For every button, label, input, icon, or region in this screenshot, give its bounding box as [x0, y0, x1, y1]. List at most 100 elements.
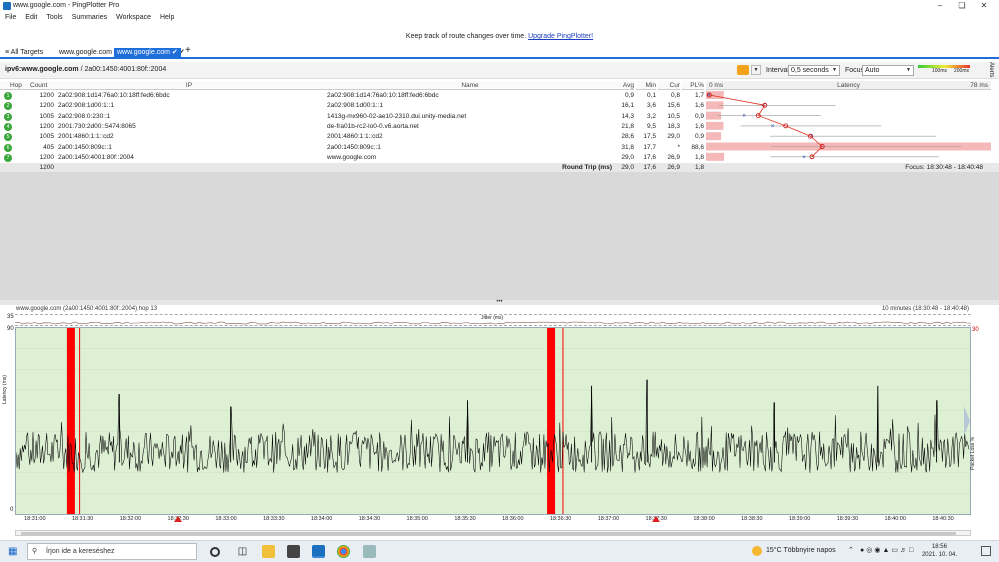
cell-ip: 2a00:1450:809c::1 [58, 143, 112, 151]
latency-mini-chart: ×××××× [706, 91, 991, 161]
upgrade-link[interactable]: Upgrade PingPlotter! [528, 33, 593, 40]
cell-ip: 2a02:908:1d14:76a0:10:18ff:fed6:6bdc [58, 92, 170, 99]
cell-ip: 2001:4860:1:1::cd2 [58, 133, 114, 141]
y-axis-label: Latency (ms) [2, 375, 8, 404]
event-marker-icon[interactable] [651, 516, 660, 522]
maximize-button[interactable]: ❏ [952, 1, 972, 11]
cell-min: 17,6 [643, 153, 656, 161]
packet-loss-band[interactable] [66, 328, 75, 514]
banner-text: Keep track of route changes over time. [405, 33, 527, 40]
col-min[interactable]: Min [636, 81, 656, 90]
cell-cur: 26,9 [667, 153, 680, 161]
col-pl[interactable]: PL% [682, 81, 704, 90]
col-latency[interactable]: 0 ms Latency 78 ms [706, 81, 991, 90]
cell-cur: 10,5 [667, 112, 680, 120]
cell-avg: 31,8 [621, 143, 634, 151]
col-hop[interactable]: Hop [0, 81, 30, 90]
list-icon: ≡ [5, 49, 10, 56]
windows-start-icon[interactable]: ▦ [8, 546, 19, 557]
menu-bar: File Edit Tools Summaries Workspace Help [0, 12, 999, 24]
app-icon-2[interactable] [363, 545, 376, 558]
cell-avg: 16,1 [621, 102, 634, 110]
store-icon[interactable] [287, 545, 300, 558]
tab-all-targets[interactable]: ≡ All Targets [2, 48, 46, 58]
pingplotter-taskbar-icon[interactable] [312, 545, 325, 558]
col-count[interactable]: Count [30, 81, 54, 90]
menu-edit[interactable]: Edit [25, 12, 37, 24]
close-button[interactable]: ✕ [974, 1, 994, 11]
tab-google-active[interactable]: www.google.com ✔ [114, 48, 181, 58]
col-avg[interactable]: Avg [616, 81, 634, 90]
file-explorer-icon[interactable] [262, 545, 275, 558]
latency-graph [15, 327, 971, 515]
cell-count: 1200 [39, 122, 54, 130]
chevron-down-icon[interactable]: ▼ [751, 65, 761, 75]
minimize-button[interactable]: – [930, 1, 950, 11]
event-marker-icon[interactable] [173, 516, 182, 522]
taskbar-search[interactable]: ⚲ Írjon ide a kereséshez [27, 543, 197, 560]
focus-select[interactable]: Auto ▼ [862, 65, 914, 76]
weather-text[interactable]: 15°C Többnyire napos [766, 547, 836, 554]
loss-bar [706, 121, 724, 130]
chrome-icon[interactable] [337, 545, 350, 558]
cell-pl: 0,9 [694, 133, 704, 141]
loss-bar [706, 152, 725, 161]
cortana-icon[interactable] [210, 547, 220, 557]
chevron-up-icon[interactable]: ⌃ [848, 546, 854, 554]
clock[interactable]: 18:56 2021. 10. 04. [922, 543, 957, 559]
cell-pl: 1,6 [694, 102, 704, 110]
latency-chart-svg [15, 328, 970, 514]
graph-title: www.google.com (2a00:1450:4001:80f::2004… [16, 306, 158, 312]
pause-icon[interactable] [737, 65, 749, 75]
col-cur[interactable]: Cur [658, 81, 680, 90]
cell-pl: 88,6 [691, 143, 704, 151]
cell-avg: 28,6 [621, 133, 634, 141]
scroll-thumb[interactable] [21, 532, 956, 535]
cur-marker: × [771, 124, 775, 130]
alerts-tab[interactable]: Alerts [988, 62, 994, 77]
x-tick-label: 18:34:00 [310, 516, 333, 522]
tab-google-1[interactable]: www.google.com ✖ [56, 48, 123, 58]
hop-status-icon: 4 [4, 122, 12, 131]
packet-loss-label: Packet Loss % [970, 436, 976, 470]
target-header: ipv6:www.google.com / 2a00:1450:4001:80f… [0, 62, 999, 79]
add-tab-button[interactable]: + [182, 46, 194, 56]
cell-pl: 1,7 [694, 92, 704, 99]
interval-label: Interval [766, 67, 789, 74]
x-tick-label: 18:38:30 [741, 516, 763, 522]
upgrade-banner: Keep track of route changes over time. U… [0, 28, 999, 46]
task-view-icon[interactable]: ◫ [236, 545, 249, 558]
hop-status-icon: 7 [4, 153, 12, 162]
menu-help[interactable]: Help [160, 12, 174, 24]
graph-header: www.google.com (2a00:1450:4001:80f::2004… [0, 305, 999, 314]
cell-avg: 29,0 [621, 153, 634, 161]
col-ip[interactable]: IP [54, 81, 324, 90]
notifications-icon[interactable] [981, 546, 991, 556]
menu-file[interactable]: File [5, 12, 16, 24]
interval-select[interactable]: 0,5 seconds ▼ [788, 65, 840, 76]
taskbar: ▦ ⚲ Írjon ide a kereséshez ◫ 15°C Többny… [0, 540, 999, 562]
cell-ip: 2001:730:2d00::5474:8065 [58, 122, 136, 130]
col-name[interactable]: Name [324, 81, 616, 90]
cell-name: www.google.com [327, 153, 377, 161]
hop-status-icon: 5 [4, 133, 12, 142]
cell-count: 1200 [39, 102, 54, 110]
x-axis: 18:31:00 18:31:30 18:32:00 18:32:30 18:33:00… [15, 515, 971, 529]
weather-icon [752, 546, 762, 556]
menu-workspace[interactable]: Workspace [116, 12, 151, 24]
packet-loss-band[interactable] [547, 328, 556, 514]
menu-tools[interactable]: Tools [46, 12, 62, 24]
menu-summaries[interactable]: Summaries [72, 12, 107, 24]
cell-pl: 1,8 [694, 153, 704, 161]
cell-name: 2001:4860:1:1::cd2 [327, 133, 383, 141]
cell-avg: 21,8 [621, 122, 634, 130]
x-tick-label: 18:34:30 [358, 516, 381, 522]
cell-count: 1005 [39, 112, 54, 120]
x-tick-label: 18:33:30 [263, 516, 285, 522]
cell-min: 9,5 [646, 122, 656, 130]
time-scrollbar[interactable] [15, 530, 971, 536]
cell-cur: 0,8 [670, 92, 680, 99]
tray-icons[interactable]: ●◎◉▲▭♬□ [860, 546, 915, 554]
x-tick-label: 18:37:00 [597, 516, 620, 522]
y-axis: 35 90 0 Latency (ms) [0, 314, 15, 519]
